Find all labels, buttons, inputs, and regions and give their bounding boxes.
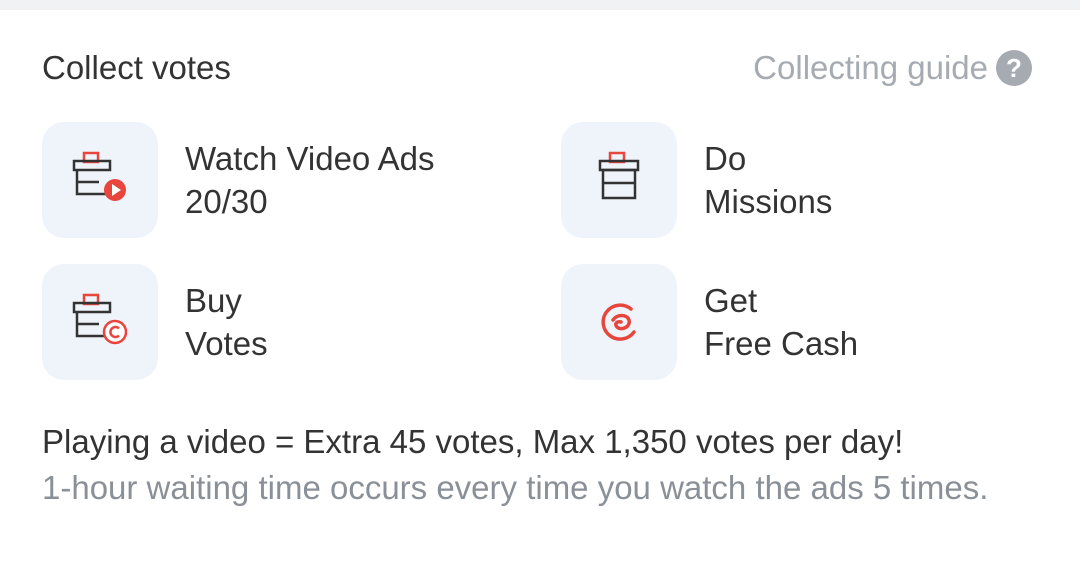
- option-label: Buy Votes: [185, 279, 268, 365]
- do-missions-button[interactable]: Do Missions: [561, 121, 1021, 239]
- option-title: Buy: [185, 282, 242, 319]
- collecting-guide-link[interactable]: Collecting guide ?: [753, 46, 1032, 90]
- get-free-cash-button[interactable]: Get Free Cash: [561, 263, 1021, 381]
- waiting-time-note: 1-hour waiting time occurs every time yo…: [42, 469, 989, 506]
- icon-tile: [561, 122, 677, 238]
- free-cash-icon: [601, 303, 636, 341]
- votes-info: Playing a video = Extra 45 votes, Max 1,…: [42, 420, 1032, 508]
- votes-reward-text: Playing a video = Extra 45 votes, Max 1,…: [42, 423, 904, 460]
- option-subtitle: Missions: [704, 183, 833, 220]
- option-title: Do: [704, 140, 747, 177]
- section-title: Collect votes: [42, 49, 231, 86]
- buy-votes-button[interactable]: Buy Votes: [42, 263, 502, 381]
- option-label: Do Missions: [704, 137, 832, 223]
- top-divider-strip: [0, 0, 1080, 10]
- watch-video-ads-button[interactable]: Watch Video Ads 20/30: [42, 121, 502, 239]
- section-header: Collect votes Collecting guide ?: [42, 46, 1032, 90]
- video-ads-progress: 20/30: [185, 183, 268, 220]
- ballot-box-icon: [598, 151, 640, 200]
- option-title: Get: [704, 282, 758, 319]
- icon-tile: [42, 122, 158, 238]
- ballot-box-coin-icon: [72, 293, 128, 345]
- ballot-box-play-icon: [72, 151, 126, 201]
- vote-options-grid: Watch Video Ads 20/30 Do Missions Buy Vo…: [42, 121, 1038, 381]
- option-label: Watch Video Ads 20/30: [185, 137, 434, 223]
- collecting-guide-label: Collecting guide: [753, 49, 988, 86]
- help-icon[interactable]: ?: [996, 50, 1032, 86]
- icon-tile: [561, 264, 677, 380]
- option-subtitle: Votes: [185, 325, 268, 362]
- option-subtitle: Free Cash: [704, 325, 859, 362]
- option-label: Get Free Cash: [704, 279, 858, 365]
- option-title: Watch Video Ads: [185, 140, 435, 177]
- icon-tile: [42, 264, 158, 380]
